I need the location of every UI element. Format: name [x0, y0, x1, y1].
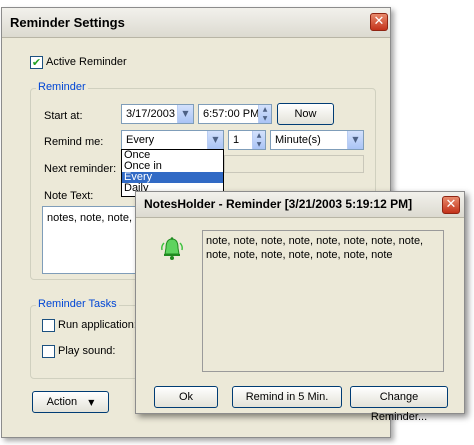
start-date-picker[interactable]: 3/17/2003 ▼ [121, 104, 194, 124]
interval-value: 1 [233, 134, 240, 146]
play-sound-label: Play sound: [58, 345, 116, 357]
run-application-label: Run application: [58, 319, 137, 331]
run-application-checkbox[interactable] [42, 319, 55, 332]
active-reminder-checkbox[interactable]: ✔ [30, 56, 43, 69]
chevron-down-icon: ▼ [88, 398, 95, 407]
reminder-group-legend: Reminder [36, 81, 88, 93]
unit-value: Minute(s) [275, 134, 321, 146]
reminder-note-text: note, note, note, note, note, note, note… [202, 230, 444, 372]
play-sound-checkbox[interactable] [42, 345, 55, 358]
remind-me-label: Remind me: [44, 136, 104, 148]
title-bar[interactable]: Reminder Settings ✕ [2, 8, 390, 38]
notesholder-reminder-popup: NotesHolder - Reminder [3/21/2003 5:19:1… [135, 191, 465, 423]
ok-button[interactable]: Ok [154, 386, 218, 408]
close-icon[interactable]: ✕ [370, 13, 388, 31]
close-icon[interactable]: ✕ [442, 196, 460, 214]
bell-icon [160, 236, 184, 262]
active-reminder-label: Active Reminder [46, 56, 127, 68]
start-at-label: Start at: [44, 110, 83, 122]
action-button-label: Action [46, 396, 78, 408]
reminder-tasks-legend: Reminder Tasks [36, 298, 119, 310]
remind-me-options-list[interactable]: Once Once in Every Daily [121, 149, 224, 197]
popup-title-bar[interactable]: NotesHolder - Reminder [3/21/2003 5:19:1… [136, 192, 464, 218]
chevron-down-icon[interactable]: ▼ [177, 105, 193, 123]
window-title: Reminder Settings [10, 15, 125, 30]
unit-select[interactable]: Minute(s) ▼ [270, 130, 364, 150]
chevron-down-icon[interactable]: ▼ [207, 131, 223, 149]
next-reminder-field [224, 155, 364, 173]
interval-spinner[interactable]: ▲ ▼ [252, 131, 265, 149]
change-reminder-button[interactable]: Change Reminder... [350, 386, 448, 423]
start-date-value: 3/17/2003 [126, 108, 175, 120]
spin-up-icon[interactable]: ▲ [259, 105, 271, 114]
remind-me-select[interactable]: Every ▼ [121, 130, 224, 150]
next-reminder-label: Next reminder: [44, 163, 117, 175]
remind-in-5-min-button[interactable]: Remind in 5 Min. [232, 386, 342, 408]
reminder-note-value: note, note, note, note, note, note, note… [206, 235, 424, 261]
start-time-value: 6:57:00 PM [203, 108, 260, 120]
spin-down-icon[interactable]: ▼ [259, 114, 271, 123]
action-button[interactable]: Action ▼ [32, 391, 109, 413]
start-time-field[interactable]: 6:57:00 PM ▲ ▼ [198, 104, 272, 124]
spin-down-icon[interactable]: ▼ [253, 140, 265, 149]
note-text-label: Note Text: [44, 190, 94, 202]
interval-stepper[interactable]: 1 ▲ ▼ [228, 130, 266, 150]
spin-up-icon[interactable]: ▲ [253, 131, 265, 140]
time-spinner[interactable]: ▲ ▼ [258, 105, 271, 123]
now-button[interactable]: Now [277, 103, 334, 125]
remind-me-value: Every [126, 134, 155, 146]
popup-title: NotesHolder - Reminder [3/21/2003 5:19:1… [144, 197, 413, 211]
chevron-down-icon[interactable]: ▼ [347, 131, 363, 149]
